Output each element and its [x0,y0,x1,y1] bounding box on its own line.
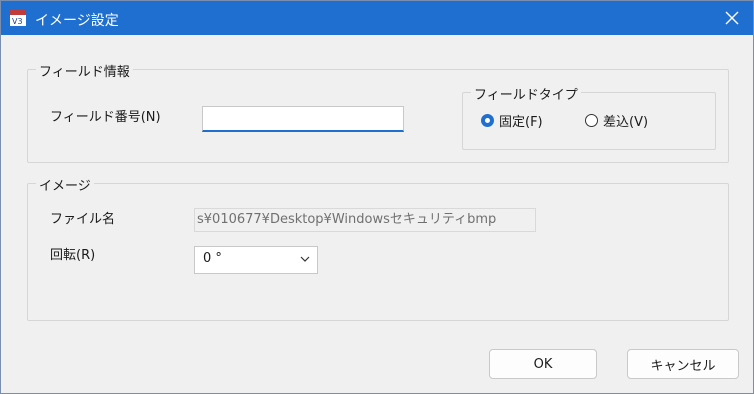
cancel-button[interactable]: キャンセル [627,349,739,379]
file-name-label: ファイル名 [50,212,116,227]
field-number-label: フィールド番号(N) [50,110,161,125]
rotation-select[interactable]: 0 ° [194,246,318,274]
image-legend: イメージ [36,175,94,194]
file-name-field[interactable]: s¥010677¥Desktop¥Windowsセキュリティbmp [194,208,536,232]
rotation-label: 回転(R) [50,248,96,263]
dialog-window: V3 イメージ設定 フィールド情報 フィールド番号(N) フィールドタイプ 固定… [0,0,754,394]
ok-button[interactable]: OK [489,349,597,379]
field-info-legend: フィールド情報 [36,61,133,80]
radio-fixed-indicator [481,114,494,127]
radio-insert[interactable]: 差込(V) [585,111,648,130]
field-type-legend: フィールドタイプ [471,84,581,103]
field-number-input[interactable] [202,106,404,132]
title-bar: V3 イメージ設定 [1,1,753,35]
app-icon: V3 [10,10,26,26]
radio-fixed[interactable]: 固定(F) [481,111,543,130]
close-button[interactable] [719,5,745,31]
radio-insert-label: 差込(V) [603,115,649,130]
field-info-group: フィールド情報 フィールド番号(N) フィールドタイプ 固定(F) 差込(V) [27,61,729,163]
svg-text:V3: V3 [12,17,23,26]
rotation-value: 0 ° [203,251,222,266]
radio-fixed-label: 固定(F) [499,115,543,130]
field-type-group: フィールドタイプ 固定(F) 差込(V) [462,84,716,150]
chevron-down-icon [300,256,310,262]
window-title: イメージ設定 [35,13,119,29]
radio-insert-indicator [585,114,598,127]
close-icon [725,11,739,25]
image-group: イメージ ファイル名 s¥010677¥Desktop¥Windowsセキュリテ… [27,175,729,321]
